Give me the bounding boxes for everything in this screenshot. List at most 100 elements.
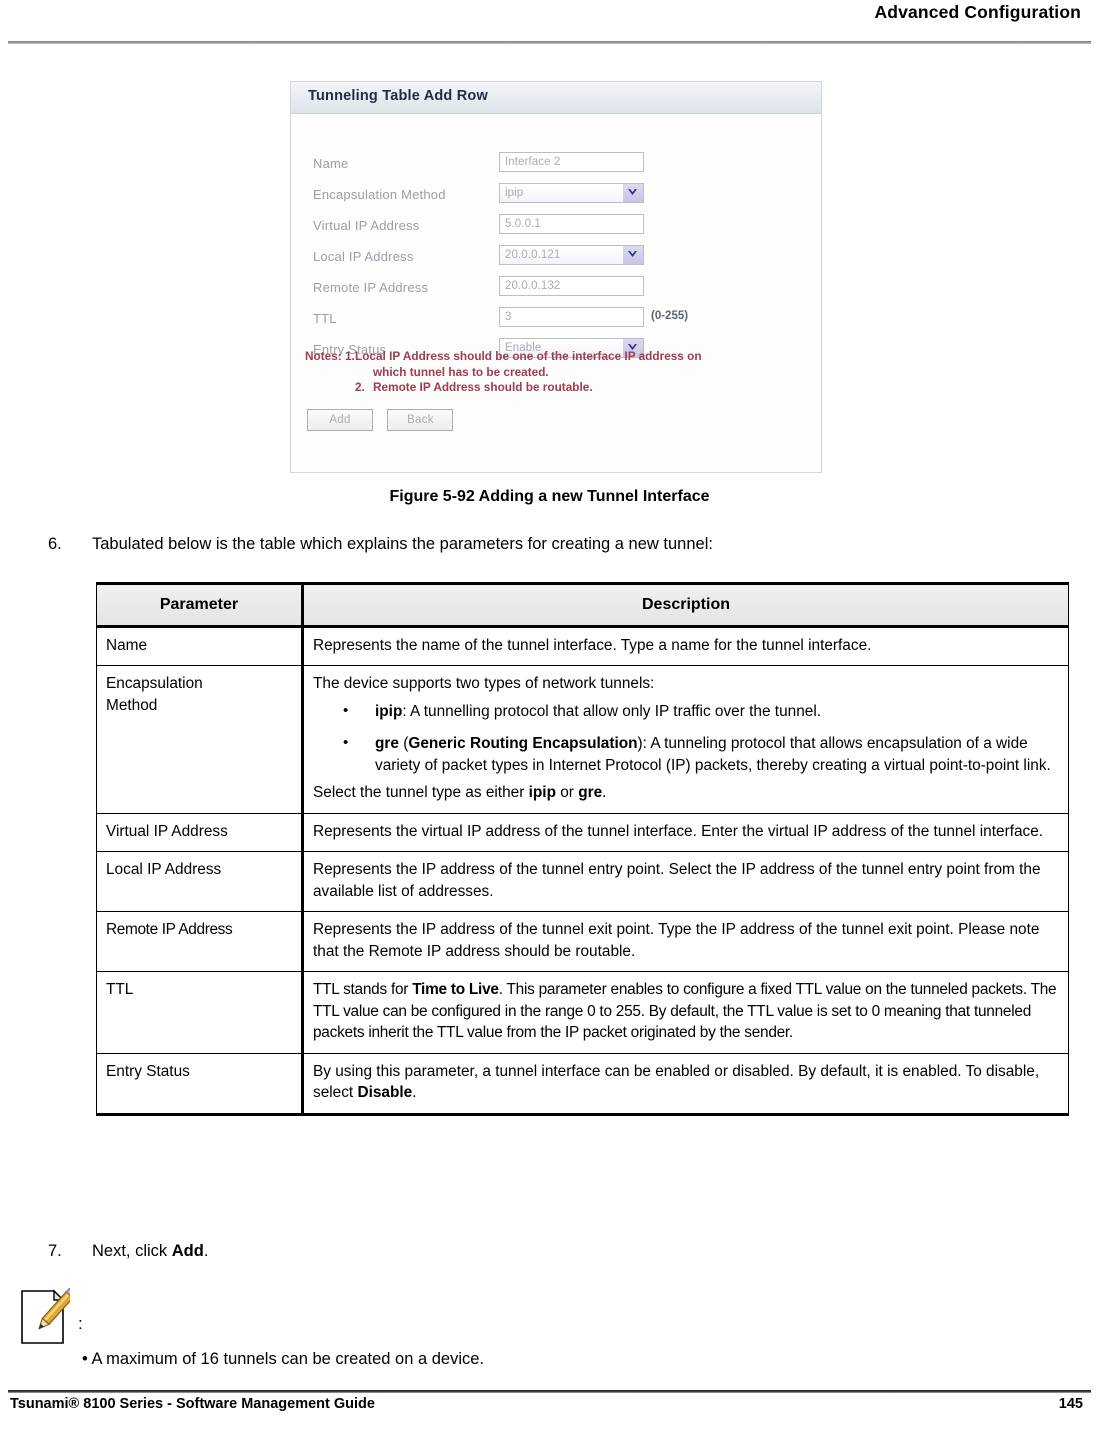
panel-button-row: Add Back: [307, 409, 463, 431]
select-local-ip-address[interactable]: 20.0.0.121: [499, 245, 644, 265]
ttl-desc-a: TTL stands for: [313, 981, 413, 998]
label-virtual-ip-address: Virtual IP Address: [313, 218, 420, 233]
table-row: Encapsulation Method The device supports…: [96, 665, 1069, 814]
form-row-local-ip-address: Local IP Address 20.0.0.121: [291, 245, 821, 275]
tunneling-table-add-row-panel: Tunneling Table Add Row Name Interface 2…: [290, 81, 822, 473]
form-row-virtual-ip-address: Virtual IP Address 5.0.0.1: [291, 214, 821, 244]
step-7-number: 7.: [48, 1242, 62, 1260]
note-colon: :: [78, 1314, 83, 1333]
table-row: Name Represents the name of the tunnel i…: [96, 625, 1069, 666]
note-pencil-icon: [18, 1287, 77, 1346]
encapsulation-bullet-list: ipip: A tunnelling protocol that allow o…: [313, 700, 1059, 777]
step-7: 7. Next, click Add.: [48, 1240, 1008, 1262]
ttl-range-hint: (0-255): [651, 310, 689, 322]
table-row: TTL TTL stands for Time to Live. This pa…: [96, 971, 1069, 1054]
panel-body: Name Interface 2 Encapsulation Method ip…: [291, 114, 821, 473]
encapsulation-line2: Method: [106, 696, 158, 714]
input-ttl[interactable]: 3: [499, 307, 644, 327]
table-row: Remote IP Address Represents the IP addr…: [96, 911, 1069, 972]
bullet-gre-expansion: Generic Routing Encapsulation: [408, 735, 638, 752]
table-row: Entry Status By using this parameter, a …: [96, 1052, 1069, 1116]
footer-divider: [8, 1390, 1091, 1393]
input-virtual-ip-address[interactable]: 5.0.0.1: [499, 214, 644, 234]
cell-parameter-virtual-ip-address: Virtual IP Address: [96, 812, 304, 852]
table-header-row: Parameter Description: [96, 582, 1069, 628]
footer-page-number: 145: [1058, 1396, 1083, 1412]
form-row-remote-ip-address: Remote IP Address 20.0.0.132: [291, 276, 821, 306]
notes-item-1-cont: which tunnel has to be created.: [373, 364, 549, 379]
step-6-text: Tabulated below is the table which expla…: [92, 535, 713, 553]
bullet-ipip-term: ipip: [375, 702, 403, 720]
input-name[interactable]: Interface 2: [499, 152, 644, 172]
select-local-ip-address-value: 20.0.0.121: [505, 249, 561, 261]
cell-description-ttl: TTL stands for Time to Live. This parame…: [302, 971, 1069, 1054]
encapsulation-outro: Select the tunnel type as either ipip or…: [313, 782, 1059, 804]
table-row: Local IP Address Represents the IP addre…: [96, 851, 1069, 912]
label-local-ip-address: Local IP Address: [313, 249, 414, 264]
form-row-ttl: TTL 3 (0-255): [291, 307, 821, 337]
step-6: 6. Tabulated below is the table which ex…: [48, 533, 1008, 555]
page-header-title: Advanced Configuration: [874, 2, 1081, 22]
chevron-down-icon[interactable]: [623, 184, 643, 202]
back-button[interactable]: Back: [387, 409, 454, 431]
entry-status-desc-a: By using this parameter, a tunnel interf…: [313, 1062, 1040, 1102]
entry-status-desc-b: .: [412, 1084, 417, 1101]
cell-description-remote-ip-address: Represents the IP address of the tunnel …: [302, 911, 1069, 972]
note-bullet-text: • A maximum of 16 tunnels can be created…: [82, 1350, 485, 1368]
cell-description-name: Represents the name of the tunnel interf…: [302, 625, 1069, 666]
label-encapsulation-method: Encapsulation Method: [313, 187, 446, 202]
notes-item-1: Local IP Address should be one of the in…: [355, 349, 702, 363]
step-7-text-b: .: [203, 1242, 209, 1260]
column-header-parameter: Parameter: [96, 582, 304, 628]
table-head: Parameter Description: [96, 582, 1069, 628]
column-header-description: Description: [302, 582, 1069, 628]
cell-parameter-entry-status: Entry Status: [96, 1052, 304, 1116]
footer-guide-title: Tsunami® 8100 Series - Software Manageme…: [10, 1396, 375, 1412]
step-7-text-a: Next, click: [92, 1242, 172, 1260]
figure-tunnel-add-row: Tunneling Table Add Row Name Interface 2…: [282, 68, 830, 481]
outro-part-b: or: [555, 784, 579, 801]
input-ttl-value: 3: [505, 311, 512, 323]
parameter-table: Parameter Description Name Represents th…: [96, 582, 1069, 1116]
cell-description-entry-status: By using this parameter, a tunnel interf…: [302, 1052, 1069, 1116]
step-7-text: Next, click Add.: [92, 1240, 1008, 1262]
chevron-down-icon[interactable]: [623, 246, 643, 264]
ttl-term-time-to-live: Time to Live: [412, 981, 499, 998]
encapsulation-line1: Encapsulation: [106, 675, 203, 692]
cell-description-virtual-ip-address: Represents the virtual IP address of the…: [302, 812, 1069, 852]
notes-item-2-lead: 2.: [355, 380, 365, 394]
form-row-encapsulation-method: Encapsulation Method ipip: [291, 183, 821, 213]
outro-gre: gre: [578, 784, 603, 801]
bullet-gre-paren: (: [398, 735, 409, 752]
bullet-gre-term: gre: [375, 735, 399, 752]
notes-item-2: Remote IP Address should be routable.: [373, 380, 593, 394]
add-button[interactable]: Add: [307, 409, 373, 431]
panel-title: Tunneling Table Add Row: [308, 88, 488, 104]
step-6-number: 6.: [48, 535, 62, 553]
select-encapsulation-method[interactable]: ipip: [499, 183, 644, 203]
page-header: Advanced Configuration: [0, 0, 1099, 44]
input-remote-ip-address-value: 20.0.0.132: [505, 280, 561, 292]
panel-titlebar: Tunneling Table Add Row: [291, 82, 821, 114]
cell-parameter-encapsulation-method: Encapsulation Method: [96, 665, 304, 814]
panel-notes: Notes: 1. Local IP Address should be one…: [305, 349, 809, 396]
table-row: Virtual IP Address Represents the virtua…: [96, 812, 1069, 852]
figure-caption: Figure 5-92 Adding a new Tunnel Interfac…: [389, 488, 710, 505]
outro-ipip: ipip: [528, 784, 556, 801]
table-body: Name Represents the name of the tunnel i…: [96, 625, 1069, 1116]
cell-description-local-ip-address: Represents the IP address of the tunnel …: [302, 851, 1069, 912]
step-7-add-keyword: Add: [171, 1242, 204, 1260]
label-remote-ip-address: Remote IP Address: [313, 280, 429, 295]
notes-lead: Notes: 1.: [305, 349, 355, 363]
input-remote-ip-address[interactable]: 20.0.0.132: [499, 276, 644, 296]
cell-parameter-ttl: TTL: [96, 971, 304, 1054]
entry-status-disable-term: Disable: [357, 1084, 413, 1101]
label-name: Name: [313, 156, 349, 171]
cell-description-encapsulation-method: The device supports two types of network…: [302, 665, 1069, 814]
outro-part-c: .: [602, 784, 607, 801]
list-item: gre (Generic Routing Encapsulation): A t…: [313, 732, 1059, 776]
input-name-value: Interface 2: [505, 156, 561, 168]
bullet-ipip-text: : A tunnelling protocol that allow only …: [402, 702, 822, 720]
list-item: ipip: A tunnelling protocol that allow o…: [313, 700, 1059, 723]
encapsulation-intro: The device supports two types of network…: [313, 675, 655, 692]
